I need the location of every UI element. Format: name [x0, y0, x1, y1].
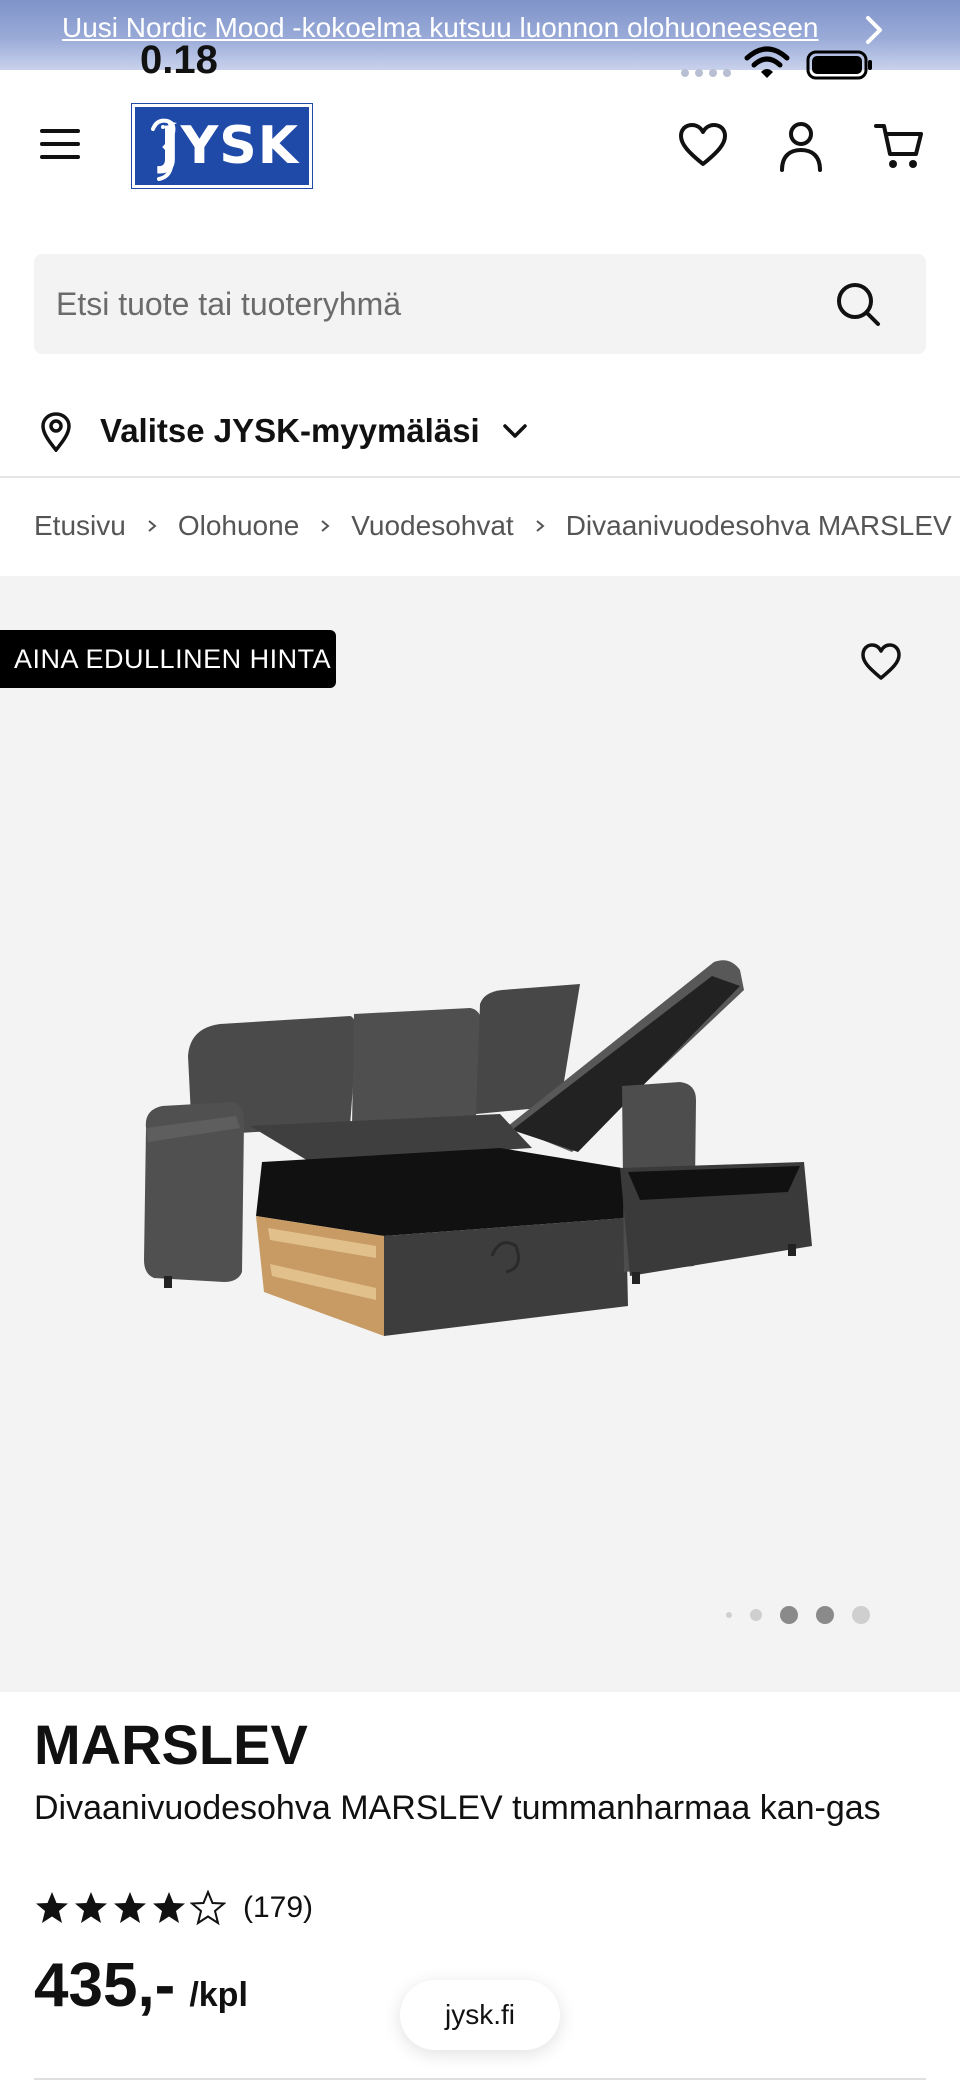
- bird-icon: [151, 118, 177, 181]
- pagination-dot[interactable]: [852, 1606, 870, 1624]
- section-divider: [34, 2078, 926, 2080]
- search-input[interactable]: [56, 254, 816, 354]
- star-empty-icon: [190, 1890, 226, 1926]
- wishlist-heart-icon[interactable]: [860, 642, 902, 682]
- signal-icon: [681, 69, 731, 77]
- breadcrumb-item[interactable]: Etusivu: [34, 510, 126, 542]
- battery-icon: [806, 50, 872, 80]
- product-description: Divaanivuodesohva MARSLEV tummanharmaa k…: [34, 1789, 881, 1827]
- announcement-banner[interactable]: Uusi Nordic Mood -kokoelma kutsuu luonno…: [0, 0, 960, 82]
- wifi-icon: [744, 46, 790, 78]
- product-rating[interactable]: (179): [34, 1890, 313, 1926]
- chevron-right-icon: [321, 520, 330, 532]
- pagination-dot-active[interactable]: [780, 1606, 798, 1624]
- product-brand: MARSLEV: [34, 1713, 308, 1776]
- breadcrumb: Etusivu Olohuone Vuodesohvat Divaanivuod…: [34, 506, 952, 546]
- search-icon[interactable]: [834, 280, 882, 328]
- star-filled-icon: [153, 1892, 185, 1923]
- header-divider: [0, 476, 960, 478]
- pagination-dot[interactable]: [726, 1612, 732, 1618]
- price-badge: AINA EDULLINEN HINTA: [0, 630, 336, 688]
- menu-icon[interactable]: [38, 126, 82, 162]
- status-time: 0.18: [140, 38, 218, 82]
- location-pin-icon: [41, 412, 71, 452]
- chevron-right-icon: [536, 520, 545, 532]
- product-gallery[interactable]: AINA EDULLINEN HINTA: [0, 576, 960, 1692]
- browser-url-pill[interactable]: jysk.fi: [400, 1980, 560, 2050]
- price: 435,- /kpl: [34, 1950, 248, 2021]
- star-filled-icon: [36, 1892, 68, 1923]
- pagination-dot[interactable]: [750, 1609, 762, 1621]
- gallery-pagination[interactable]: [726, 1606, 888, 1624]
- jysk-logo[interactable]: JYSK: [131, 103, 313, 189]
- star-filled-icon: [114, 1892, 146, 1923]
- cart-icon[interactable]: [874, 122, 924, 170]
- search-bar[interactable]: [34, 254, 926, 354]
- heart-icon[interactable]: [678, 122, 728, 168]
- store-label[interactable]: Valitse JYSK-myymäläsi: [100, 412, 480, 450]
- breadcrumb-item[interactable]: Olohuone: [178, 510, 299, 542]
- star-filled-icon: [75, 1892, 107, 1923]
- account-icon[interactable]: [778, 120, 824, 172]
- store-selector[interactable]: Valitse JYSK-myymäläsi: [34, 404, 574, 458]
- chevron-right-icon: [866, 16, 882, 44]
- price-value: 435,-: [34, 1951, 176, 2020]
- pagination-dot[interactable]: [816, 1606, 834, 1624]
- product-image[interactable]: [140, 916, 830, 1336]
- price-unit: /kpl: [189, 1976, 248, 2014]
- breadcrumb-item[interactable]: Vuodesohvat: [351, 510, 513, 542]
- breadcrumb-current: Divaanivuodesohva MARSLEV: [565, 510, 952, 541]
- chevron-down-icon[interactable]: [502, 422, 528, 440]
- review-count[interactable]: (179): [243, 1891, 313, 1925]
- chevron-right-icon: [148, 520, 157, 532]
